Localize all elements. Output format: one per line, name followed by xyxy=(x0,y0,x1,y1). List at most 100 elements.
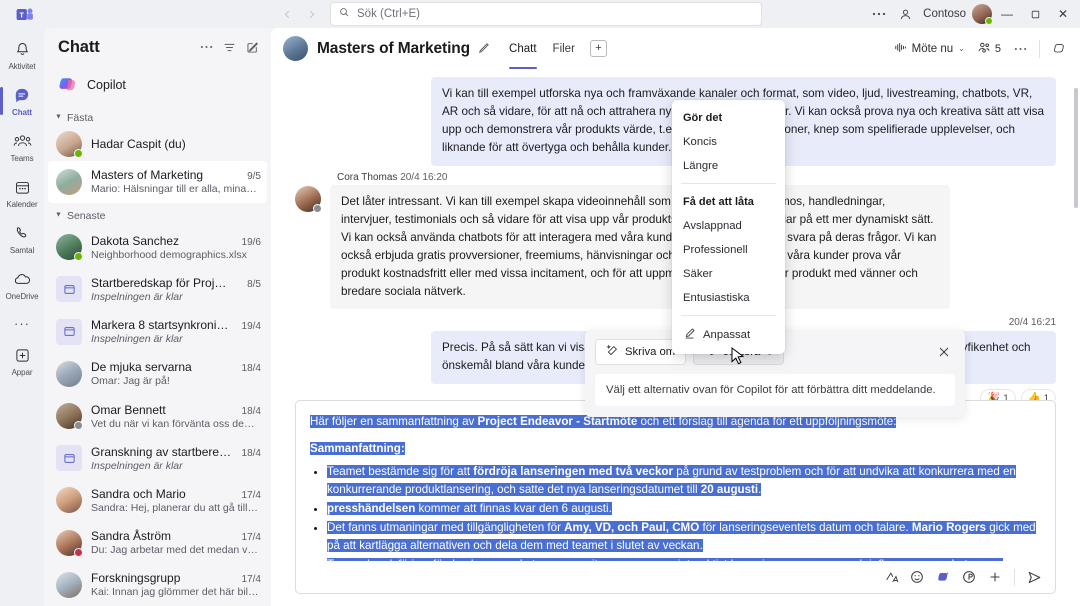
back-icon[interactable] xyxy=(276,3,298,25)
divider xyxy=(1039,39,1040,58)
list-item[interactable]: Granskning av startberedskap för Pr... 1… xyxy=(48,437,267,479)
minimize-button[interactable]: — xyxy=(994,3,1020,25)
list-item[interactable]: Omar Bennett 18/4 Vet du när vi kan förv… xyxy=(48,395,267,437)
plus-icon[interactable] xyxy=(983,565,1007,589)
sidebar-item-onedrive[interactable]: OneDrive xyxy=(0,262,44,308)
account-person-icon[interactable] xyxy=(893,3,917,25)
menu-item-saker[interactable]: Säker xyxy=(672,262,785,286)
sidebar-label: Kalender xyxy=(6,199,38,209)
copilot-icon[interactable] xyxy=(931,565,955,589)
list-item[interactable]: Forskningsgrupp 17/4 Kai: Innan jag glöm… xyxy=(48,564,267,606)
sidebar-item-kalender[interactable]: Kalender xyxy=(0,170,44,216)
list-item[interactable]: Sandra och Mario 17/4 Sandra: Hej, plane… xyxy=(48,479,267,521)
chat-preview: Du: Jag arbetar med det medan vi pratar.… xyxy=(91,544,259,557)
copilot-entry[interactable]: Copilot xyxy=(50,68,265,101)
menu-item-langre[interactable]: Längre xyxy=(672,154,785,178)
chat-date: 18/4 xyxy=(241,405,261,417)
list-item-body: Sandra Åström 17/4 Du: Jag arbetar med d… xyxy=(91,529,261,556)
avatar xyxy=(56,131,83,159)
b3p2: för lanseringseventets datum och talare. xyxy=(699,520,912,534)
sidebar-item-chatt[interactable]: Chatt xyxy=(0,78,44,124)
section-header-fasta[interactable]: ▼ Fästa xyxy=(44,107,271,128)
reaction-chip[interactable]: 👍 1 xyxy=(1020,388,1056,400)
chat-bubble-icon xyxy=(12,86,32,106)
chat-name: Granskning av startberedskap för Pr... xyxy=(91,444,233,459)
sidebar-item-aktivitet[interactable]: Aktivitet xyxy=(0,32,44,78)
meet-now-button[interactable]: Möte nu ⌄ xyxy=(890,38,969,60)
sidebar-item-samtal[interactable]: Samtal xyxy=(0,216,44,262)
more-icon[interactable] xyxy=(195,36,217,58)
forward-icon[interactable] xyxy=(300,3,322,25)
list-item[interactable]: Hadar Caspit (du) xyxy=(48,128,267,161)
compose-toolbar xyxy=(296,561,1055,593)
filter-icon[interactable] xyxy=(218,36,240,58)
tab-chatt[interactable]: Chatt xyxy=(502,28,544,69)
sidebar-item-teams[interactable]: Teams xyxy=(0,124,44,170)
b3p1: Amy, VD, och Paul, CMO xyxy=(564,520,700,534)
chat-name: Startberedskap för Project Avalon xyxy=(91,275,233,290)
pen-sparkle-icon xyxy=(683,327,696,343)
list-item-body: Startberedskap för Project Avalon 8/5 In… xyxy=(91,276,261,303)
menu-item-entusiastiska[interactable]: Entusiastiska xyxy=(672,286,785,310)
menu-item-professionell[interactable]: Professionell xyxy=(672,238,785,262)
settings-more-icon[interactable] xyxy=(867,3,891,25)
meeting-icon xyxy=(56,318,82,345)
avatar[interactable] xyxy=(972,4,993,25)
scrollbar[interactable] xyxy=(1074,88,1078,208)
section-label: Senaste xyxy=(66,209,106,222)
chat-name: Sandra Åström xyxy=(91,529,172,544)
b3p0: Det fanns utmaningar med tillgänglighete… xyxy=(327,520,565,534)
format-icon[interactable] xyxy=(879,565,903,589)
sidebar-label: Appar xyxy=(11,367,33,377)
section-header-senaste[interactable]: ▼ Senaste xyxy=(44,205,271,226)
tenant-name[interactable]: Contoso xyxy=(919,8,970,20)
list-item-masters-of-marketing[interactable]: Masters of Marketing 9/5 Mario: Hälsning… xyxy=(48,160,267,203)
close-icon[interactable] xyxy=(933,341,955,363)
list-item[interactable]: Sandra Åström 17/4 Du: Jag arbetar med d… xyxy=(48,522,267,564)
send-icon[interactable] xyxy=(1022,565,1046,589)
list-item[interactable]: Markera 8 startsynkroniseringar 19/4 Ins… xyxy=(48,311,267,353)
add-tab-button[interactable]: + xyxy=(589,40,607,57)
search-icon xyxy=(339,5,350,23)
participants-number: 5 xyxy=(994,42,1001,55)
list-item[interactable]: Dakota Sanchez 19/6 Neighborhood demogra… xyxy=(48,226,267,268)
compose-editor[interactable]: Här följer en sammanfattning av Project … xyxy=(296,401,1055,561)
adjust-dropdown-menu: Gör det Koncis Längre Få det att låta Av… xyxy=(672,100,785,354)
chat-date: 17/4 xyxy=(241,489,261,501)
menu-item-avslappnad[interactable]: Avslappnad xyxy=(672,214,785,238)
rail-more-icon[interactable]: ··· xyxy=(0,308,44,338)
compose-icon[interactable] xyxy=(241,36,263,58)
chevron-down-icon[interactable]: ⌄ xyxy=(958,44,965,53)
pencil-icon[interactable] xyxy=(477,42,490,55)
compose-box[interactable]: Här följer en sammanfattning av Project … xyxy=(295,400,1056,594)
list-item[interactable]: Startberedskap för Project Avalon 8/5 In… xyxy=(48,268,267,310)
avatar xyxy=(295,185,322,213)
search-input[interactable]: Sök (Ctrl+E) xyxy=(330,2,762,26)
menu-item-koncis[interactable]: Koncis xyxy=(672,130,785,154)
meet-now-icon xyxy=(894,41,907,57)
reaction-chip[interactable]: 🎉 1 xyxy=(980,388,1016,400)
list-item[interactable]: De mjuka servarna 18/4 Omar: Jag är på! xyxy=(48,353,267,395)
people-add-icon xyxy=(977,41,992,57)
avatar xyxy=(56,403,83,431)
chat-preview: Kai: Innan jag glömmer det här bildspele… xyxy=(91,586,259,599)
participants-count[interactable]: 5 xyxy=(973,38,1005,60)
tab-filer[interactable]: Filer xyxy=(546,28,582,69)
emoji-icon[interactable] xyxy=(905,565,929,589)
conversation-more-icon[interactable] xyxy=(1009,38,1031,60)
title-bar: T Sök (Ctrl+E) Contoso — ✕ xyxy=(0,0,1080,28)
maximize-button[interactable] xyxy=(1022,3,1048,25)
chat-date: 18/4 xyxy=(241,363,261,375)
close-button[interactable]: ✕ xyxy=(1050,3,1076,25)
meeting-icon xyxy=(56,276,82,303)
sidebar-item-appar[interactable]: Appar xyxy=(0,338,44,384)
chat-preview: Inspelningen är klar xyxy=(91,333,183,346)
copilot-hint-text: Välj ett alternativ ovan för Copilot för… xyxy=(595,374,955,406)
loop-icon[interactable] xyxy=(957,565,981,589)
menu-item-anpassat[interactable]: Anpassat xyxy=(672,321,785,349)
copilot-icon[interactable] xyxy=(1048,38,1070,60)
chat-name: Omar Bennett xyxy=(91,402,166,417)
avatar xyxy=(56,529,83,557)
sidebar-label: Samtal xyxy=(9,245,35,255)
copilot-icon xyxy=(58,75,77,94)
